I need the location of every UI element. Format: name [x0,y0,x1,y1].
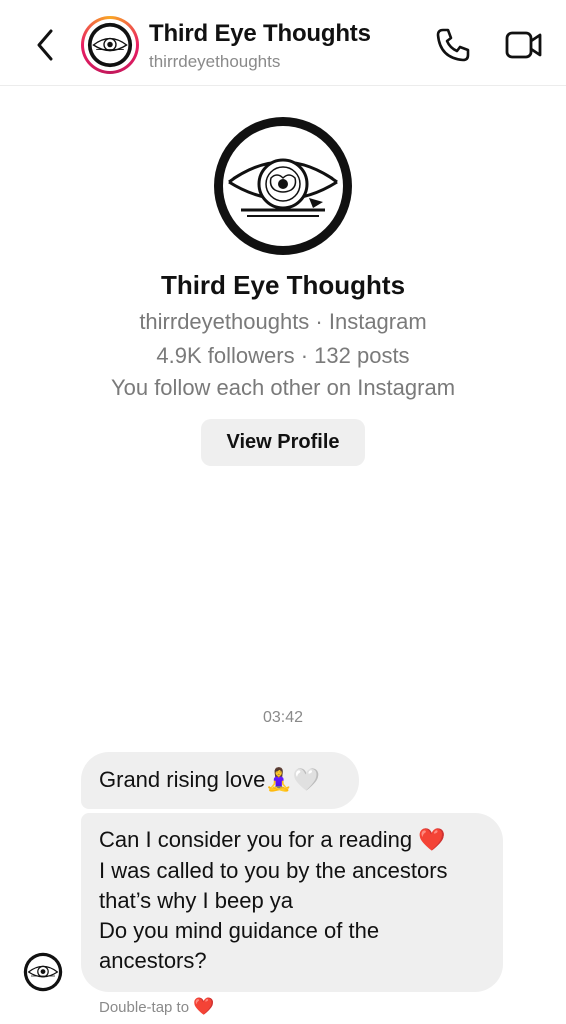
message-line: that’s why I beep ya [99,888,294,913]
third-eye-logo-icon [87,22,133,68]
thread-header: Third Eye Thoughts thirrdeyethoughts [0,0,566,86]
profile-avatar[interactable] [213,116,353,256]
video-camera-icon [505,31,542,59]
third-eye-logo-icon [23,952,63,992]
mutual-follow-note: You follow each other on Instagram [110,375,456,400]
heart-emoji: ❤️ [193,997,215,1017]
message-line: ancestors? [99,948,207,973]
white-heart-emoji: 🤍 [292,768,321,793]
message-text: Can I consider you for a reading [99,827,413,852]
message-line: Do you mind guidance of the [99,918,380,943]
message-bubble[interactable]: Grand rising love🧘‍♀️🤍 [81,752,359,809]
double-tap-label: Double-tap to [99,999,190,1016]
message-timestamp: 03:42 [262,709,304,726]
chevron-left-icon [37,29,53,61]
header-username: thirrdeyethoughts [149,52,281,71]
profile-stats: 4.9K followers · 132 posts [156,343,410,368]
red-heart-emoji: ❤️ [418,828,446,853]
dm-thread-screen: Third Eye Thoughts thirrdeyethoughts Thi… [0,0,566,1024]
double-tap-hint: Double-tap to ❤️ [99,997,214,1017]
sender-avatar[interactable] [23,952,63,992]
phone-icon [436,28,470,62]
video-call-button[interactable] [504,26,544,64]
third-eye-logo-icon [214,117,352,255]
header-title[interactable]: Third Eye Thoughts [149,20,371,48]
view-profile-button[interactable]: View Profile [201,419,365,466]
profile-name: Third Eye Thoughts [160,270,406,300]
profile-username-platform: thirrdeyethoughts · Instagram [139,309,427,334]
message-line: I was called to you by the ancestors [99,858,448,883]
message-bubble[interactable]: Can I consider you for a reading ❤️ I wa… [81,813,503,992]
back-button[interactable] [30,26,60,64]
audio-call-button[interactable] [434,26,472,64]
message-text: Grand rising love [99,767,266,792]
header-avatar[interactable] [81,16,139,74]
message-line: Can I consider you for a reading ❤️ [99,825,485,856]
meditation-emoji: 🧘‍♀️ [265,768,293,793]
